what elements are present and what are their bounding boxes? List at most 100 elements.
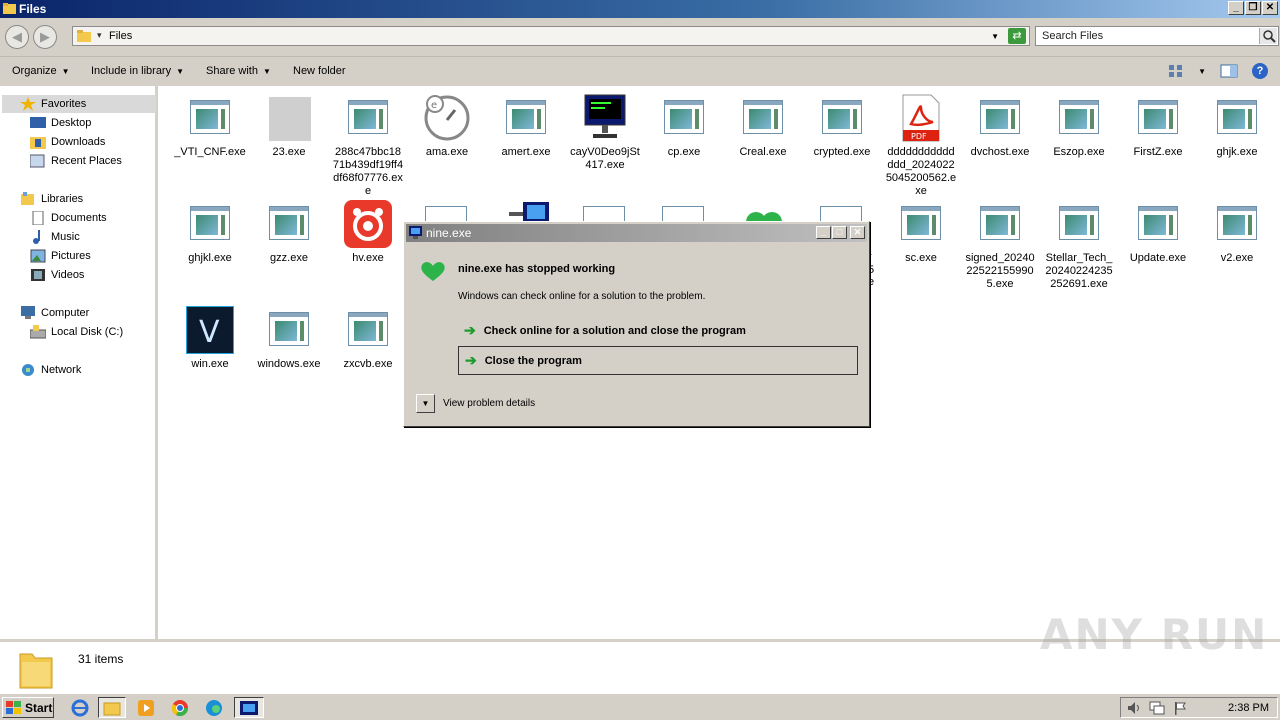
history-dropdown-icon[interactable]: ▼: [991, 32, 999, 41]
hard-drive-icon: [30, 325, 46, 339]
terminal-icon: [581, 94, 629, 142]
file-item[interactable]: Eszop.exe: [1041, 94, 1117, 159]
dialog-close-button[interactable]: ✕: [850, 226, 865, 239]
nav-libraries[interactable]: Libraries: [20, 190, 83, 208]
nav-pictures[interactable]: Pictures: [30, 247, 91, 265]
address-bar: ◀ ▶ ▾ Files ▼ ⇄ Search Files: [0, 18, 1280, 56]
file-item[interactable]: Update.exe: [1120, 200, 1196, 265]
view-problem-details[interactable]: ▼ View problem details: [416, 394, 535, 413]
file-item[interactable]: dvchost.exe: [962, 94, 1038, 159]
refresh-icon[interactable]: ⇄: [1008, 28, 1026, 44]
taskbar-ie-icon[interactable]: [66, 697, 94, 718]
change-view-icon[interactable]: [1168, 64, 1184, 78]
view-details-label: View problem details: [443, 398, 536, 409]
dialog-minimize-button[interactable]: _: [816, 226, 831, 239]
check-online-label: Check online for a solution and close th…: [483, 324, 746, 337]
nav-favorites[interactable]: Favorites: [2, 95, 156, 113]
file-name: windows.exe: [257, 358, 321, 370]
chevron-down-icon[interactable]: ▼: [416, 394, 435, 413]
close-button[interactable]: ✕: [1262, 1, 1278, 15]
minimize-button[interactable]: _: [1228, 1, 1244, 15]
restore-button[interactable]: ❐: [1245, 1, 1261, 15]
documents-icon: [32, 211, 44, 225]
taskbar-error-reporting-icon[interactable]: [234, 697, 264, 718]
network-icon: [22, 364, 34, 376]
nav-downloads[interactable]: Downloads: [30, 133, 105, 151]
taskbar-chrome-icon[interactable]: [166, 697, 194, 718]
file-item[interactable]: Creal.exe: [725, 94, 801, 159]
file-item[interactable]: V win.exe: [172, 305, 248, 371]
file-item[interactable]: ghjk.exe: [1199, 94, 1275, 159]
file-item[interactable]: cayV0Deo9jSt417.exe: [567, 94, 643, 172]
new-folder-button[interactable]: New folder: [293, 65, 346, 77]
taskbar-media-player-icon[interactable]: [132, 697, 160, 718]
nav-recent-places[interactable]: Recent Places: [30, 152, 122, 170]
file-name: 23.exe: [272, 146, 306, 158]
file-item[interactable]: gzz.exe: [251, 200, 327, 265]
taskbar-explorer-icon[interactable]: [98, 697, 126, 718]
file-item[interactable]: sc.exe: [883, 200, 959, 265]
clock[interactable]: 2:38 PM: [1228, 702, 1269, 714]
view-dropdown-icon[interactable]: ▼: [1198, 67, 1206, 76]
file-item[interactable]: signed_20240225221559905.exe: [962, 200, 1038, 291]
address-box[interactable]: ▾ Files ▼ ⇄: [72, 26, 1030, 46]
nav-videos[interactable]: Videos: [30, 266, 84, 284]
share-with-button[interactable]: Share with ▼: [206, 65, 271, 77]
check-online-button[interactable]: ➔ Check online for a solution and close …: [458, 316, 858, 345]
network-status-icon[interactable]: [1149, 701, 1165, 715]
exe-icon: [976, 94, 1024, 142]
back-button[interactable]: ◀: [5, 25, 29, 49]
file-item[interactable]: zxcvb.exe: [330, 306, 406, 371]
command-toolbar: Organize ▼ Include in library ▼ Share with…: [0, 56, 1280, 86]
search-icon[interactable]: [1259, 28, 1277, 44]
exe-icon: [976, 200, 1024, 248]
file-name: v2.exe: [1220, 252, 1254, 264]
file-item[interactable]: PDF dddddddddddddd_20240225045200562.exe: [883, 94, 959, 198]
nav-network[interactable]: Network: [20, 361, 81, 379]
file-item[interactable]: crypted.exe: [804, 94, 880, 159]
search-input[interactable]: Search Files: [1035, 26, 1279, 46]
file-item[interactable]: hv.exe: [330, 200, 406, 265]
file-item[interactable]: 23.exe: [251, 94, 327, 159]
file-item[interactable]: cp.exe: [646, 94, 722, 159]
svg-text:V: V: [199, 315, 220, 350]
help-icon[interactable]: ?: [1252, 63, 1268, 79]
start-button[interactable]: Start: [2, 697, 54, 718]
file-name: sc.exe: [905, 252, 937, 264]
volume-icon[interactable]: [1127, 701, 1141, 715]
file-name: Eszop.exe: [1053, 146, 1105, 158]
file-item[interactable]: Stellar_Tech_20240224235252691.exe: [1041, 200, 1117, 291]
dialog-maximize-button[interactable]: □: [832, 226, 847, 239]
file-item[interactable]: FirstZ.exe: [1120, 94, 1196, 159]
file-item[interactable]: v2.exe: [1199, 200, 1275, 265]
breadcrumb-arrow-icon[interactable]: ▾: [97, 30, 102, 41]
file-item[interactable]: _VTI_CNF.exe: [172, 94, 248, 159]
file-item[interactable]: ghjkl.exe: [172, 200, 248, 265]
forward-button[interactable]: ▶: [33, 25, 57, 49]
file-item[interactable]: e ama.exe: [409, 94, 485, 159]
nav-desktop[interactable]: Desktop: [30, 114, 91, 132]
file-item[interactable]: 288c47bbc1871b439df19ff4df68f07776.exe: [330, 94, 406, 198]
nav-documents[interactable]: Documents: [30, 209, 107, 227]
nav-music[interactable]: Music: [30, 228, 80, 246]
taskbar-edge-icon[interactable]: [200, 697, 228, 718]
nav-desktop-label: Desktop: [51, 117, 92, 129]
nav-local-disk[interactable]: Local Disk (C:): [30, 323, 123, 341]
heart-icon: [421, 262, 445, 281]
partial-exe-icon: [425, 206, 467, 222]
close-program-button[interactable]: ➔ Close the program: [458, 346, 858, 375]
exe-icon: [1134, 200, 1182, 248]
file-item[interactable]: amert.exe: [488, 94, 564, 159]
file-item[interactable]: windows.exe: [251, 306, 327, 371]
organize-button[interactable]: Organize ▼: [12, 65, 70, 77]
preview-pane-icon[interactable]: [1220, 64, 1238, 78]
exe-icon: [265, 200, 313, 248]
item-count: 31 items: [78, 652, 124, 666]
exe-icon: [1055, 94, 1103, 142]
include-in-library-button[interactable]: Include in library ▼: [91, 65, 184, 77]
action-center-flag-icon[interactable]: [1173, 701, 1187, 715]
breadcrumb[interactable]: Files: [109, 30, 132, 42]
system-tray: 2:38 PM: [1120, 697, 1278, 718]
nav-computer[interactable]: Computer: [20, 304, 89, 322]
exe-icon: [739, 94, 787, 142]
